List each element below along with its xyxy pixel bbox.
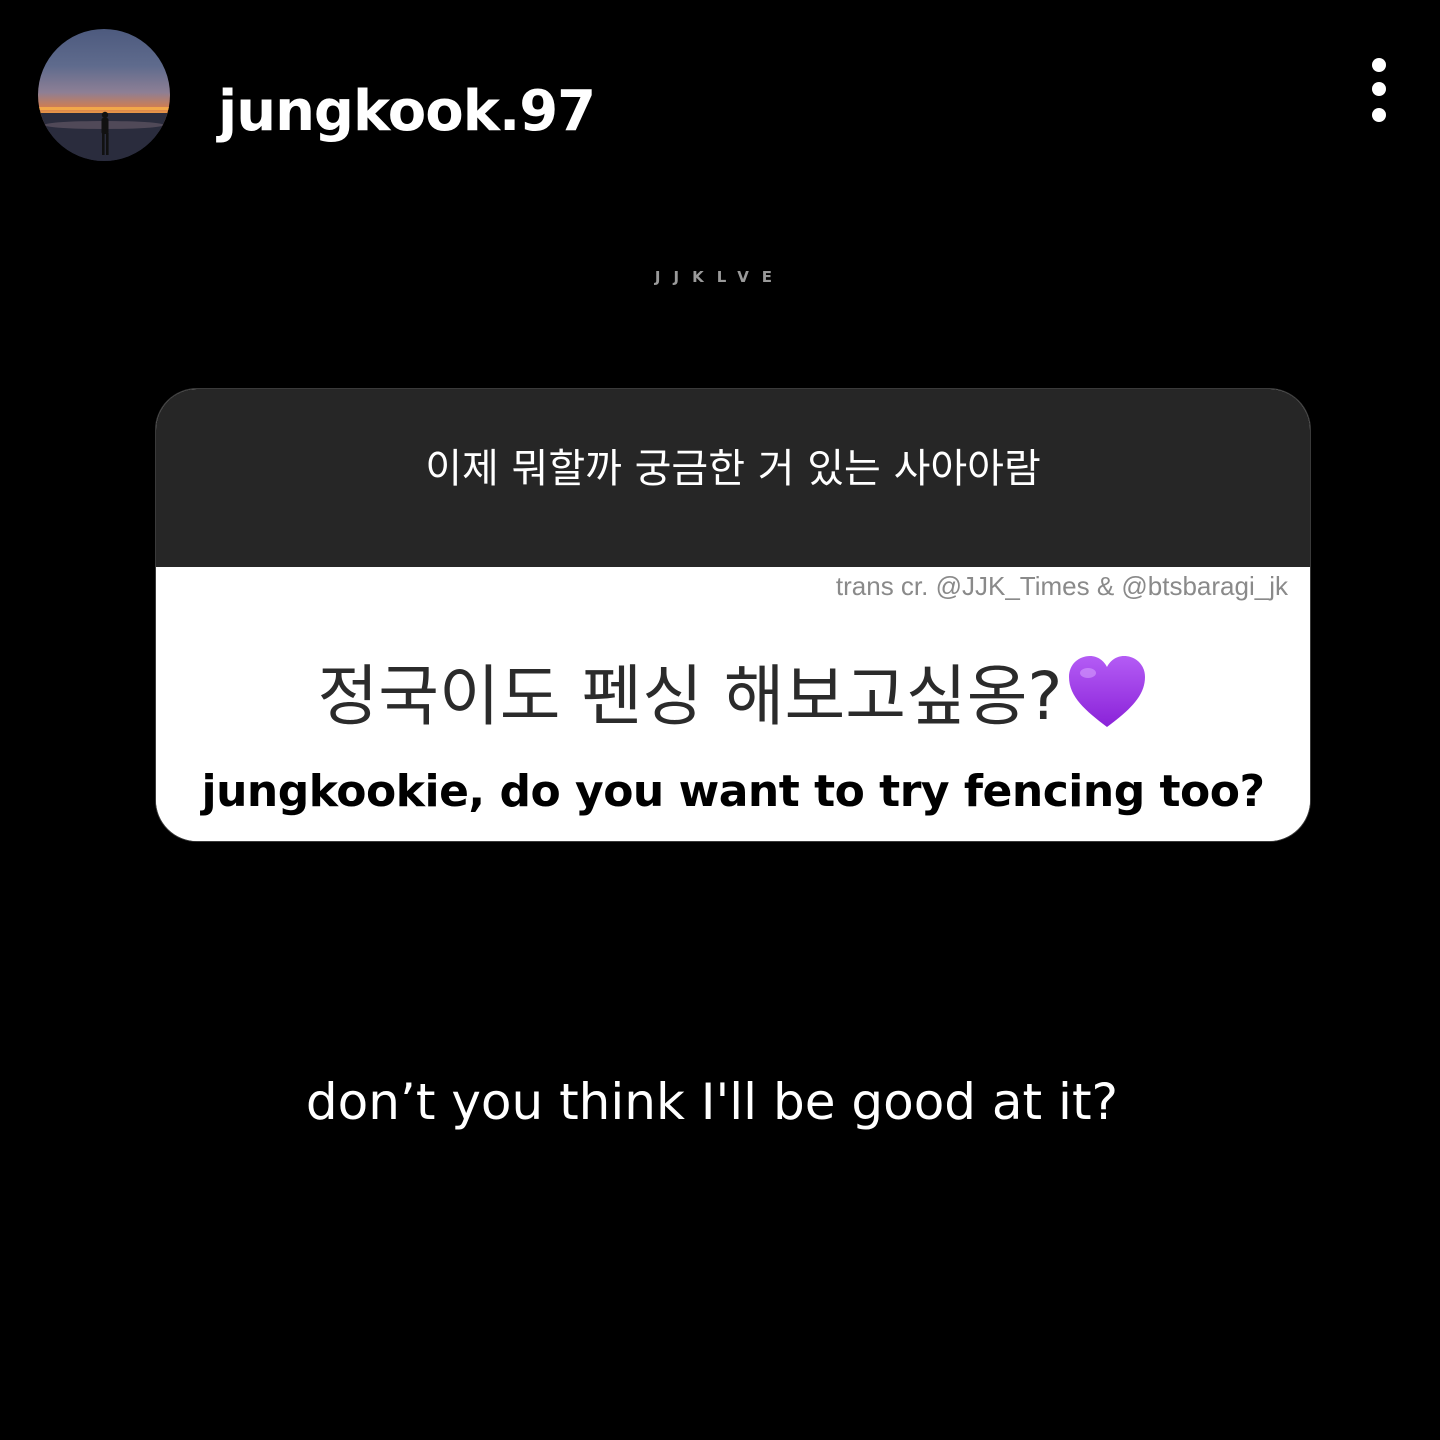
username[interactable]: jungkook.97 [218, 80, 596, 144]
question-sticker: 이제 뭐할까 궁금한 거 있는 사아아람 trans cr. @JJK_Time… [155, 388, 1311, 842]
purple-heart-icon [1069, 656, 1146, 727]
question-prompt-header: 이제 뭐할까 궁금한 거 있는 사아아람 [156, 389, 1310, 567]
question-prompt: 이제 뭐할까 궁금한 거 있는 사아아람 [425, 446, 1041, 492]
question-translation: jungkookie, do you want to try fencing t… [201, 766, 1265, 817]
question-body: trans cr. @JJK_Times & @btsbaragi_jk 정국이… [156, 567, 1310, 841]
profile-avatar[interactable] [38, 29, 170, 161]
translation-credit: trans cr. @JJK_Times & @btsbaragi_jk [835, 571, 1288, 601]
watermark: JJKLVE [654, 268, 786, 286]
more-options-button[interactable] [1358, 52, 1400, 128]
answer-caption: don’t you think I'll be good at it? [305, 1073, 1119, 1131]
question-text: 정국이도 펜싱 해보고싶옹? [317, 658, 1063, 735]
sunset-silhouette-avatar-icon [38, 107, 170, 161]
question-line: 정국이도 펜싱 해보고싶옹? [156, 653, 1310, 739]
